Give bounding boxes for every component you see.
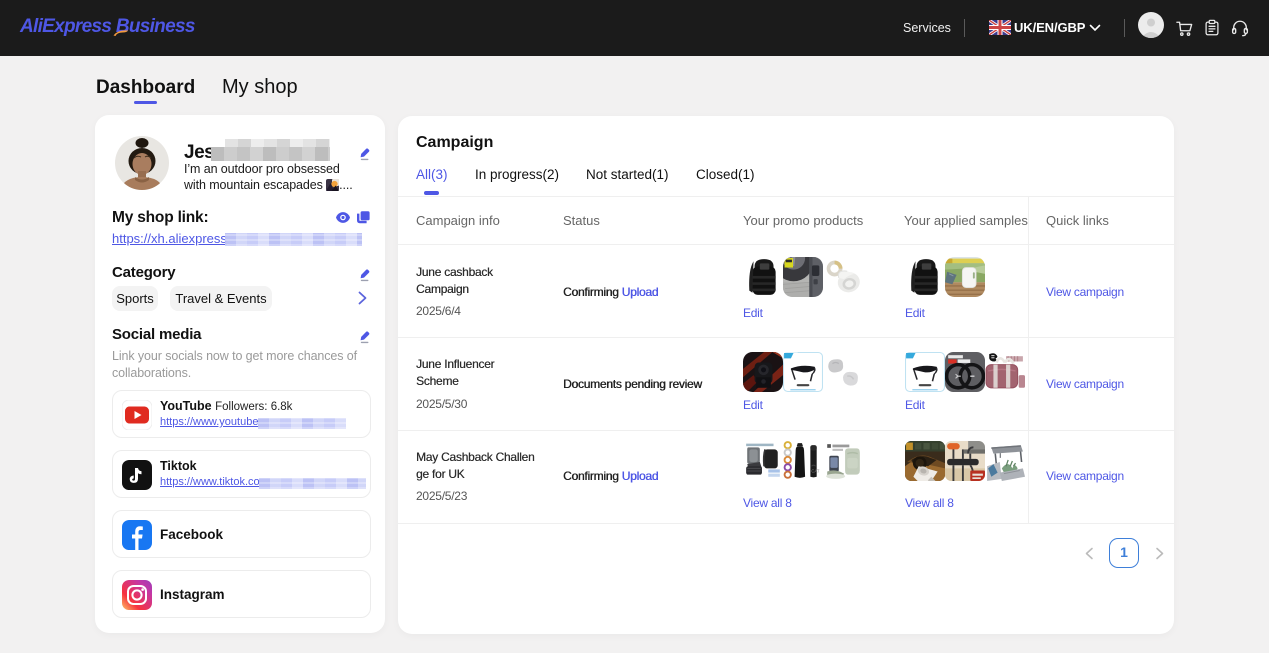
svg-text:CAT: CAT xyxy=(811,469,820,474)
